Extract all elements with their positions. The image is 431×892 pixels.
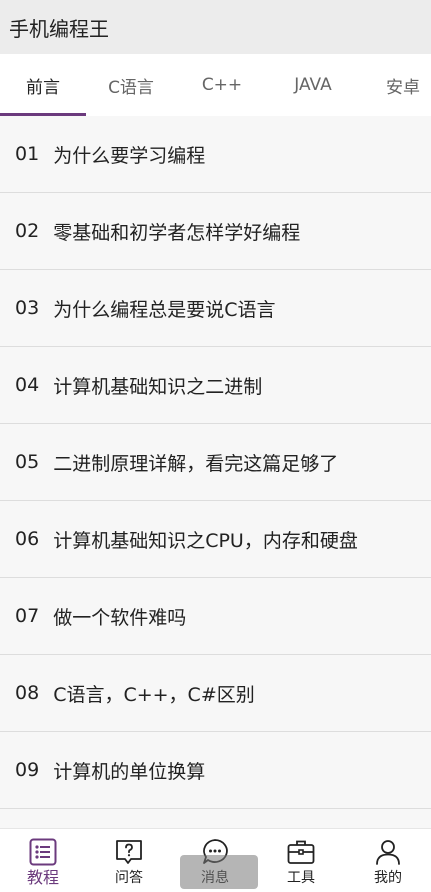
list-item[interactable]: 08 C语言，C++，C#区别 (0, 655, 431, 732)
item-number: 07 (15, 605, 40, 627)
list-item[interactable]: 03 为什么编程总是要说C语言 (0, 270, 431, 347)
list-item[interactable]: 07 做一个软件难吗 (0, 578, 431, 655)
item-title: 零基础和初学者怎样学好编程 (53, 221, 301, 244)
person-icon (376, 840, 400, 865)
list-item[interactable]: 02 零基础和初学者怎样学好编程 (0, 193, 431, 270)
item-title: 计算机基础知识之二进制 (53, 375, 263, 398)
item-number: 05 (15, 451, 40, 473)
item-number: 08 (15, 682, 40, 704)
item-number: 06 (15, 528, 40, 550)
nav-label: 教程 (26, 868, 59, 887)
category-tab-bar: 前言 C语言 C++ JAVA 安卓 (0, 54, 431, 116)
list-item[interactable]: 05 二进制原理详解，看完这篇足够了 (0, 424, 431, 501)
tab-c-language[interactable]: C语言 (86, 54, 176, 116)
tab-label: C++ (201, 75, 243, 95)
item-number: 02 (15, 220, 40, 242)
nav-label: 我的 (374, 870, 402, 886)
tab-android[interactable]: 安卓 (358, 54, 431, 116)
item-title: C语言，C++，C#区别 (53, 683, 255, 706)
article-list: 01 为什么要学习编程 02 零基础和初学者怎样学好编程 03 为什么编程总是要说C语… (0, 116, 431, 828)
item-title: 二进制原理详解，看完这篇足够了 (53, 452, 339, 475)
list-item[interactable]: 01 为什么要学习编程 (0, 116, 431, 193)
nav-tutorial[interactable]: 教程 (0, 829, 86, 892)
item-number: 09 (15, 759, 40, 781)
app-bar: 手机编程王 (0, 0, 431, 54)
list-icon (29, 838, 57, 866)
tab-label: JAVA (294, 75, 332, 95)
item-title: 做一个软件难吗 (53, 606, 187, 629)
tab-cpp[interactable]: C++ (176, 54, 268, 116)
tab-label: 安卓 (386, 77, 420, 98)
toast-overlay (180, 855, 258, 889)
item-number: 04 (15, 374, 40, 396)
app-title: 手机编程王 (9, 16, 109, 41)
item-number: 03 (15, 297, 40, 319)
nav-qa[interactable]: 问答 (86, 829, 172, 892)
item-number: 01 (15, 143, 40, 165)
list-item[interactable]: 04 计算机基础知识之二进制 (0, 347, 431, 424)
toolbox-icon (287, 840, 315, 864)
tab-label: 前言 (26, 77, 60, 98)
list-item[interactable]: 06 计算机基础知识之CPU，内存和硬盘 (0, 501, 431, 578)
nav-tools[interactable]: 工具 (258, 829, 344, 892)
item-title: 计算机的单位换算 (53, 760, 206, 783)
list-item[interactable]: 09 计算机的单位换算 (0, 732, 431, 809)
nav-label: 工具 (287, 870, 315, 886)
item-title: 为什么编程总是要说C语言 (53, 298, 276, 321)
tab-preface[interactable]: 前言 (0, 54, 86, 116)
tab-java[interactable]: JAVA (268, 54, 358, 116)
item-title: 计算机基础知识之CPU，内存和硬盘 (53, 529, 358, 552)
item-title: 为什么要学习编程 (53, 144, 206, 167)
nav-profile[interactable]: 我的 (345, 829, 431, 892)
question-bubble-icon (116, 840, 142, 864)
tab-label: C语言 (108, 77, 154, 98)
nav-label: 问答 (115, 870, 143, 886)
